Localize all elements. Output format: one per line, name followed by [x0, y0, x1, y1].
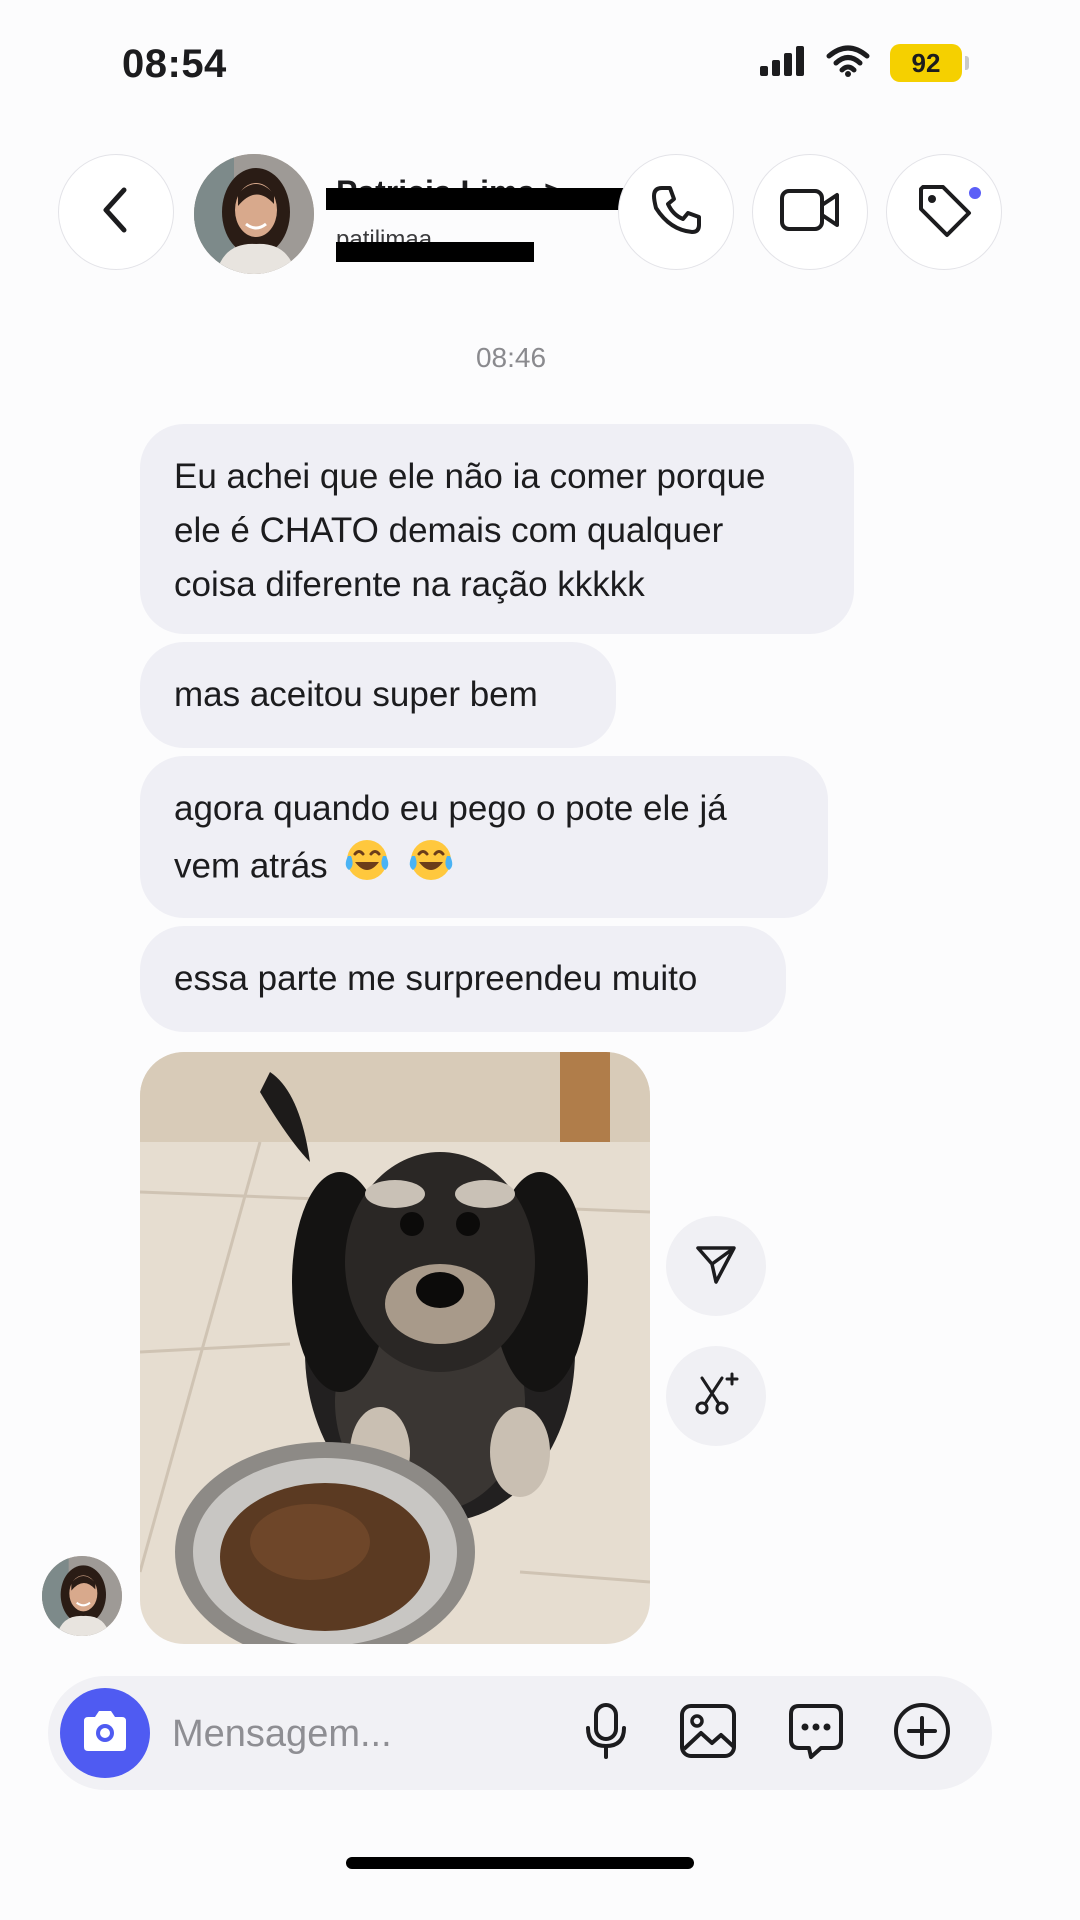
- sender-avatar[interactable]: [42, 1556, 122, 1636]
- back-chevron-icon: [96, 185, 136, 240]
- share-button[interactable]: [666, 1216, 766, 1316]
- cellular-signal-icon: [760, 45, 806, 81]
- status-icons: 92: [760, 44, 969, 82]
- microphone-icon: [582, 1702, 630, 1765]
- gallery-icon: [679, 1703, 737, 1764]
- message-text: vem atrás: [174, 846, 328, 886]
- remix-scissors-icon: [692, 1370, 740, 1423]
- camera-icon: [80, 1709, 130, 1758]
- gallery-button[interactable]: [676, 1701, 740, 1765]
- message-text-line: vem atrás: [174, 836, 794, 900]
- home-indicator[interactable]: [346, 1857, 694, 1869]
- chat-header: Patricia Lima > patilimaa: [0, 150, 1080, 280]
- battery-icon: 92: [890, 44, 969, 82]
- message-text: mas aceitou super bem: [174, 675, 538, 714]
- message-bubble[interactable]: mas aceitou super bem: [140, 642, 616, 748]
- redaction-bar: [336, 242, 534, 262]
- tag-button[interactable]: [886, 154, 1002, 270]
- video-camera-icon: [779, 185, 841, 240]
- message-text: Eu achei que ele não ia comer porque: [174, 457, 766, 496]
- message-composer: [48, 1676, 992, 1790]
- message-text: coisa diferente na ração kkkkk: [174, 565, 645, 604]
- camera-button[interactable]: [60, 1688, 150, 1778]
- message-text: essa parte me surpreendeu muito: [174, 959, 698, 998]
- video-call-button[interactable]: [752, 154, 868, 270]
- dog-photo-message[interactable]: [140, 1052, 650, 1644]
- notification-dot: [967, 185, 983, 201]
- message-bubble[interactable]: essa parte me surpreendeu muito: [140, 926, 786, 1032]
- tag-icon: [915, 181, 973, 244]
- status-bar: 08:54 92: [0, 0, 1080, 120]
- remix-button[interactable]: [666, 1346, 766, 1446]
- call-button[interactable]: [618, 154, 734, 270]
- microphone-button[interactable]: [574, 1701, 638, 1765]
- face-with-tears-of-joy-icon: [343, 836, 391, 900]
- wifi-icon: [826, 45, 870, 82]
- status-time: 08:54: [122, 42, 227, 86]
- message-timestamp: 08:46: [475, 342, 547, 373]
- contact-avatar[interactable]: [194, 154, 314, 274]
- add-button[interactable]: [890, 1701, 954, 1765]
- message-bubble[interactable]: Eu achei que ele não ia comer porque ele…: [140, 424, 854, 634]
- plus-circle-icon: [892, 1701, 952, 1766]
- message-bubble[interactable]: agora quando eu pego o pote ele já vem a…: [140, 756, 828, 918]
- chat-bubble-icon: [787, 1702, 845, 1765]
- chat-options-button[interactable]: [784, 1701, 848, 1765]
- message-input[interactable]: [172, 1706, 552, 1762]
- phone-icon: [648, 182, 704, 243]
- back-button[interactable]: [58, 154, 174, 270]
- message-text: agora quando eu pego o pote ele já: [174, 789, 727, 828]
- face-with-tears-of-joy-icon: [407, 836, 455, 900]
- message-text: ele é CHATO demais com qualquer: [174, 511, 724, 550]
- share-send-icon: [694, 1242, 738, 1291]
- redaction-bar: [326, 188, 624, 210]
